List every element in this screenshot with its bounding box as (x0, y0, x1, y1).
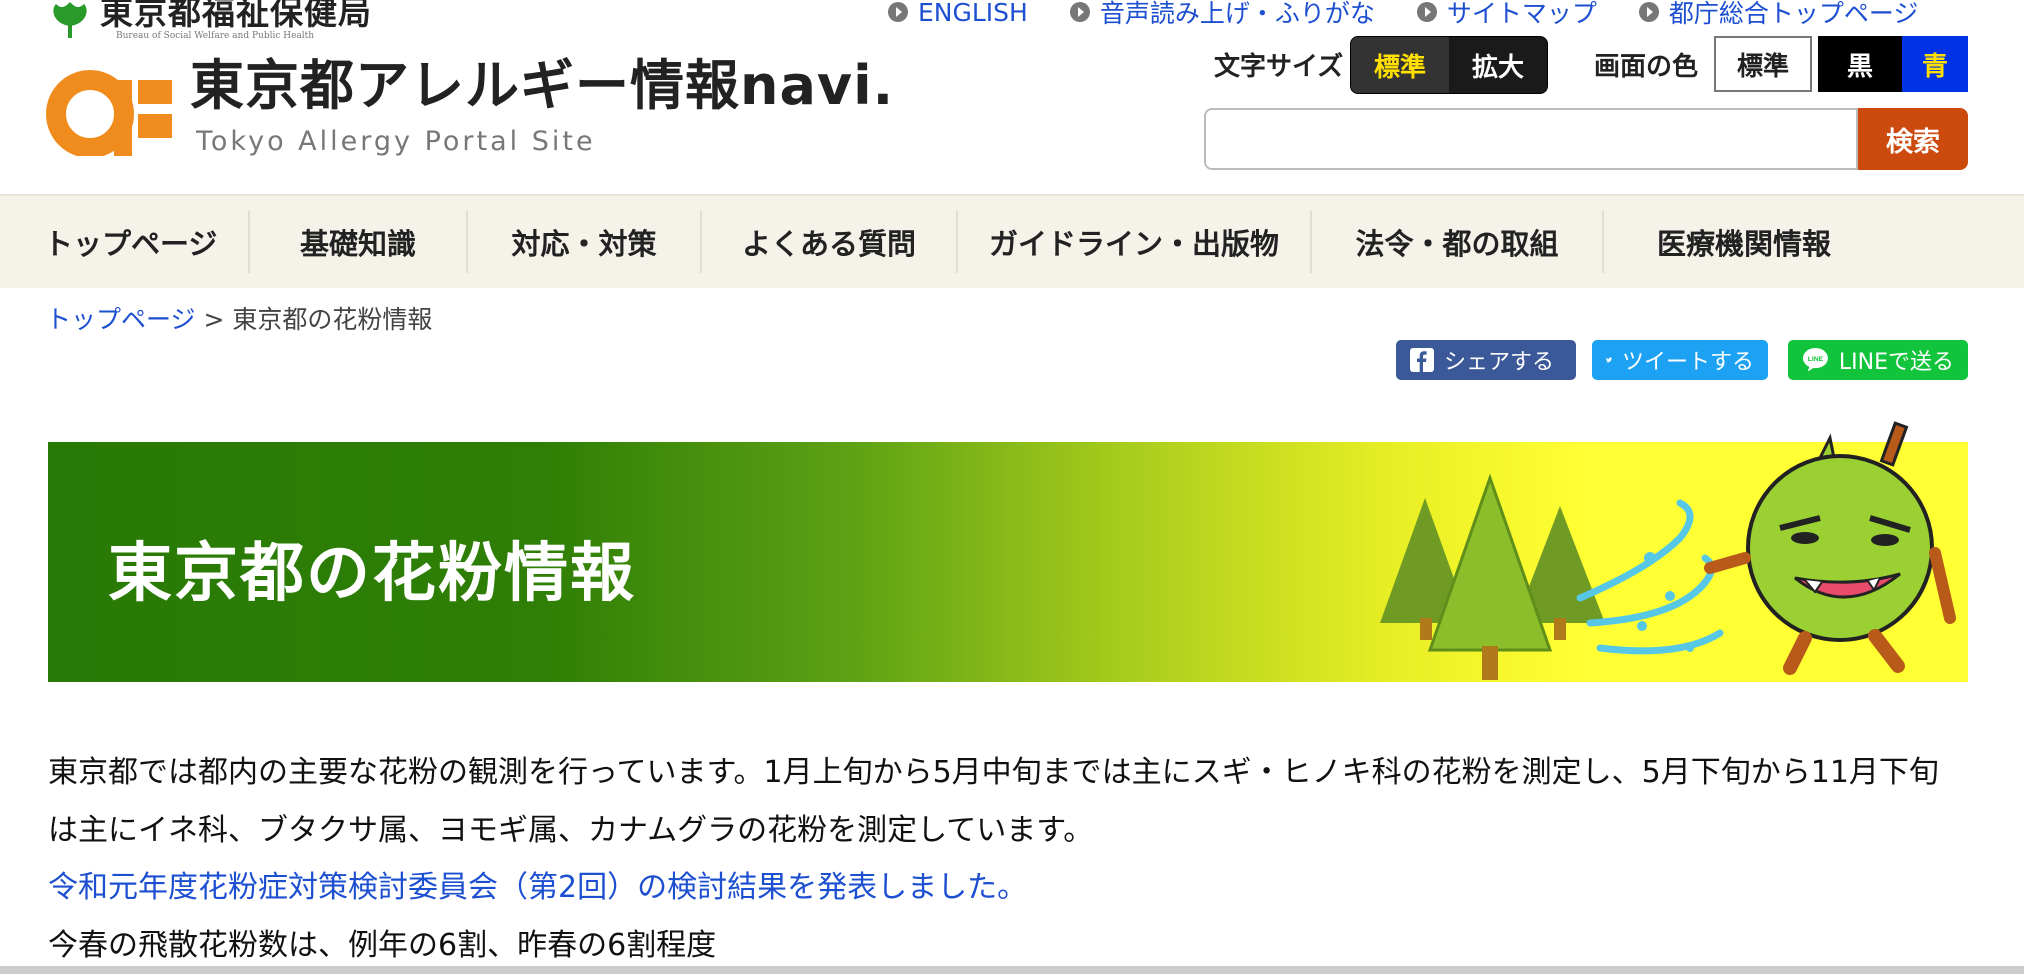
committee-results-link[interactable]: 令和元年度花粉症対策検討委員会（第2回）の検討結果を発表しました。 (48, 862, 1027, 906)
arrow-bullet-icon (1638, 2, 1659, 22)
breadcrumb: トップページ > 東京都の花粉情報 (46, 300, 432, 336)
color-black-button[interactable]: 黒 (1818, 36, 1902, 92)
bureau-name: 東京都福祉保健局 (100, 0, 372, 32)
link-read-aloud[interactable]: 音声読み上げ・ふりがな (1069, 0, 1375, 30)
arrow-bullet-icon (1416, 2, 1437, 22)
arrow-bullet-icon (888, 2, 908, 22)
horizontal-scrollbar[interactable] (0, 966, 2024, 974)
search-input[interactable] (1204, 108, 1858, 170)
facebook-icon (1410, 348, 1434, 372)
global-nav: トップページ 基礎知識 対応・対策 よくある質問 ガイドライン・出版物 法令・都… (0, 194, 2024, 288)
link-tocho-top[interactable]: 都庁総合トップページ (1638, 0, 1918, 30)
pollen-summary-text: 今春の飛散花粉数は、例年の6割、昨春の6割程度 (48, 928, 717, 963)
breadcrumb-home-link[interactable]: トップページ (46, 305, 196, 334)
nav-item-faq[interactable]: よくある質問 (702, 211, 958, 273)
site-title[interactable]: 東京都アレルギー情報navi. (190, 54, 894, 118)
pollen-mascot-icon (1704, 421, 1956, 675)
twitter-bird-icon (1606, 357, 1612, 363)
arrow-bullet-icon (1069, 2, 1090, 22)
line-share-button[interactable]: LINE LINEで送る (1788, 340, 1968, 380)
cedar-trees-icon (1380, 473, 1605, 680)
pollen-mascot-illustration (1380, 421, 1956, 680)
twitter-share-button[interactable]: ツイートする (1592, 340, 1768, 380)
bureau-logo[interactable]: 東京都福祉保健局 Bureau of Social Welfare and Pu… (46, 0, 372, 44)
nav-item-medical[interactable]: 医療機関情報 (1604, 211, 1884, 273)
nav-item-guidelines[interactable]: ガイドライン・出版物 (958, 211, 1312, 273)
nav-item-laws[interactable]: 法令・都の取組 (1312, 211, 1604, 273)
font-size-standard-button[interactable]: 標準 (1351, 37, 1449, 93)
intro-paragraph: 東京都では都内の主要な花粉の観測を行っています。1月上旬から5月中旬までは主にス… (48, 755, 1939, 848)
svg-text:LINE: LINE (1808, 356, 1824, 363)
site-logo-icon[interactable] (46, 64, 172, 156)
color-blue-button[interactable]: 青 (1902, 36, 1968, 92)
breadcrumb-separator: > (203, 305, 225, 334)
bureau-name-en: Bureau of Social Welfare and Public Heal… (116, 31, 315, 41)
ginkgo-icon (53, 2, 87, 38)
utility-links: ENGLISH 音声読み上げ・ふりがな サイトマップ 都庁総合トップページ (888, 0, 1918, 30)
search-button[interactable]: 検索 (1858, 108, 1968, 170)
screen-color-label: 画面の色 (1594, 52, 1699, 82)
link-sitemap[interactable]: サイトマップ (1416, 0, 1597, 30)
page-title: 東京都の花粉情報 (108, 537, 636, 611)
line-icon: LINE (1802, 347, 1828, 372)
nav-item-measures[interactable]: 対応・対策 (468, 211, 702, 273)
font-size-large-button[interactable]: 拡大 (1449, 37, 1547, 93)
facebook-share-button[interactable]: シェアする (1396, 340, 1576, 380)
nav-item-top[interactable]: トップページ (0, 211, 250, 273)
nav-item-basics[interactable]: 基礎知識 (250, 211, 468, 273)
color-standard-button[interactable]: 標準 (1714, 36, 1812, 92)
breadcrumb-current: 東京都の花粉情報 (232, 305, 433, 334)
font-size-label: 文字サイズ (1214, 52, 1344, 82)
font-size-toggle: 標準 拡大 (1350, 36, 1548, 94)
link-english[interactable]: ENGLISH (888, 0, 1028, 30)
site-subtitle: Tokyo Allergy Portal Site (196, 126, 596, 157)
